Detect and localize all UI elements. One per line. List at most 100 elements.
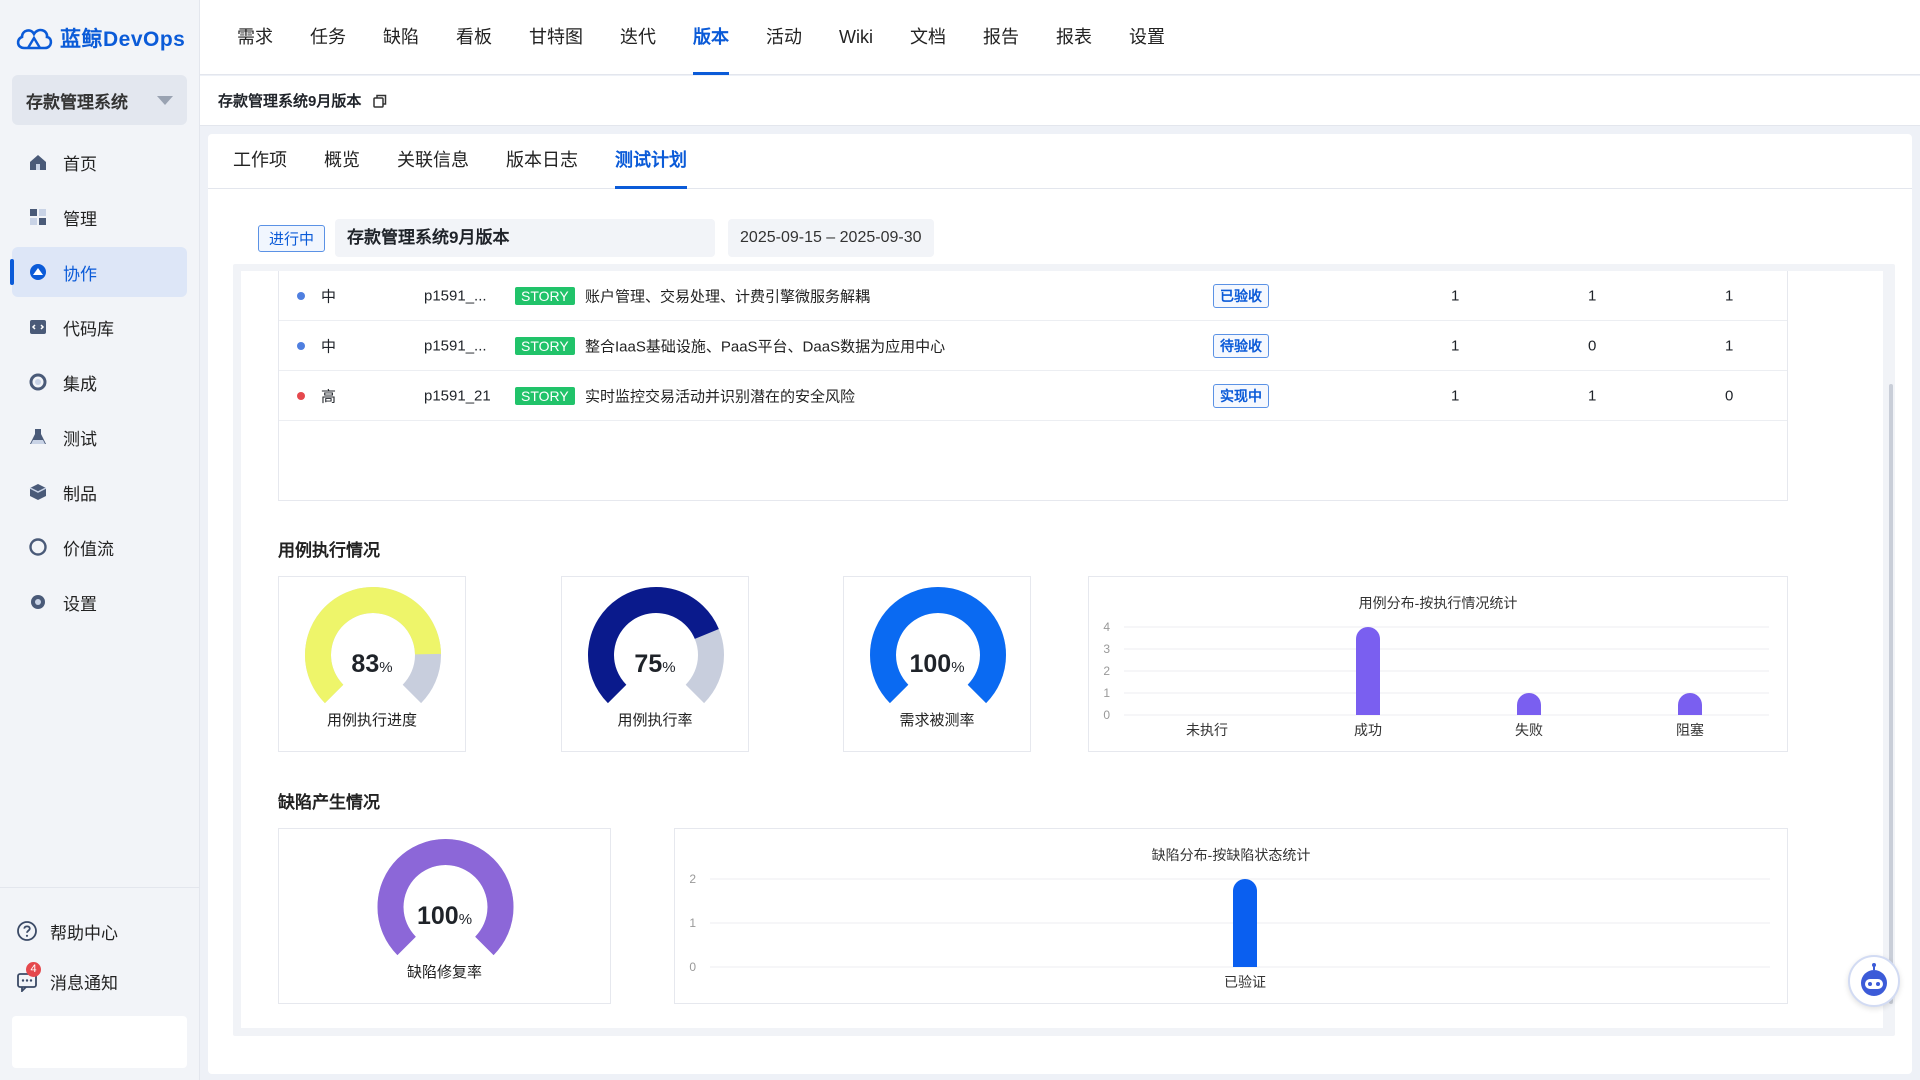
tab-0[interactable]: 工作项: [233, 133, 287, 188]
sidebar-item-4[interactable]: 集成: [12, 357, 187, 407]
bar-成功[interactable]: [1356, 627, 1380, 715]
sidebar-item-help[interactable]: 帮助中心: [0, 906, 199, 956]
gauge-card-progress: 83% 用例执行进度: [278, 576, 466, 752]
count-3: 1: [1725, 287, 1734, 304]
sub-tabs: 工作项 概览 关联信息 版本日志 测试计划: [208, 134, 1912, 189]
scroll-panel: 中 p1591_... STORY 账户管理、交易处理、计费引擎微服务解耦 已验收 1 1 1…: [233, 264, 1895, 1036]
artifact-box-icon: [29, 484, 47, 500]
story-title[interactable]: 账户管理、交易处理、计费引擎微服务解耦: [585, 285, 870, 306]
sidebar-item-notifications[interactable]: 4 消息通知: [0, 956, 199, 1006]
table-row[interactable]: 中 p1591_... STORY 账户管理、交易处理、计费引擎微服务解耦 已验收 1 1 1: [279, 271, 1787, 321]
top-tab-6[interactable]: 版本: [693, 0, 729, 75]
tab-4[interactable]: 测试计划: [615, 133, 687, 189]
top-tab-8[interactable]: Wiki: [839, 0, 873, 75]
priority: 高: [321, 388, 337, 405]
sidebar-item-3[interactable]: 代码库: [12, 302, 187, 352]
y-tick-label: 1: [689, 916, 696, 930]
top-tab-1[interactable]: 任务: [310, 0, 346, 75]
sidebar-item-1[interactable]: 管理: [12, 192, 187, 242]
top-tab-11[interactable]: 报表: [1056, 0, 1092, 75]
gauge-card-defect-fix: 100% 缺陷修复率: [278, 828, 611, 1004]
y-tick-label: 2: [689, 872, 696, 886]
table-row[interactable]: 高 p1591_21 STORY 实时监控交易活动并识别潜在的安全风险 实现中 1 1 0: [279, 371, 1787, 421]
robot-icon: [1861, 963, 1887, 996]
project-selector[interactable]: 存款管理系统: [12, 75, 187, 125]
story-title[interactable]: 整合IaaS基础设施、PaaS平台、DaaS数据为应用中心: [585, 335, 945, 356]
top-tab-2[interactable]: 缺陷: [383, 0, 419, 75]
sidebar-item-label: 首页: [63, 154, 97, 174]
y-tick-label: 0: [1103, 708, 1110, 722]
gauge-fill: [870, 587, 1006, 704]
story-state-badge: 实现中: [1213, 383, 1269, 408]
top-nav: 需求 任务 缺陷 看板 甘特图 迭代 版本 活动 Wiki 文档 报告 报表 设置: [200, 0, 1920, 75]
top-tab-0[interactable]: 需求: [237, 0, 273, 75]
sidebar-item-label: 集成: [63, 374, 97, 394]
gauge-rate: [588, 587, 724, 704]
sidebar-footer-blank: [12, 1016, 187, 1068]
y-tick-label: 0: [689, 960, 696, 974]
y-tick-label: 4: [1103, 620, 1110, 634]
integration-icon: [29, 373, 47, 391]
story-code[interactable]: p1591_...: [424, 337, 487, 354]
test-flask-icon: [30, 429, 46, 444]
y-tick-label: 1: [1103, 686, 1110, 700]
count-3: 0: [1725, 387, 1734, 404]
top-tab-10[interactable]: 报告: [983, 0, 1019, 75]
sidebar-item-5[interactable]: 测试: [12, 412, 187, 462]
sidebar-item-7[interactable]: 价值流: [12, 522, 187, 572]
priority: 中: [321, 338, 337, 355]
notifications-label: 消息通知: [50, 973, 118, 993]
gear-icon: [31, 595, 45, 609]
priority-dot: [297, 341, 305, 350]
tab-1[interactable]: 概览: [324, 133, 360, 188]
assistant-bot-button[interactable]: [1848, 955, 1900, 1007]
count-3: 1: [1725, 337, 1734, 354]
top-tab-9[interactable]: 文档: [910, 0, 946, 75]
sidebar-item-6[interactable]: 制品: [12, 467, 187, 517]
bar-已验证[interactable]: [1233, 879, 1257, 967]
help-circle-icon: [17, 921, 37, 941]
story-code[interactable]: p1591_21: [424, 387, 491, 404]
count-2: 0: [1588, 337, 1597, 354]
value-stream-icon: [29, 538, 47, 556]
project-name: 存款管理系统: [26, 92, 128, 112]
top-tab-3[interactable]: 看板: [456, 0, 492, 75]
x-tick-label: 阻塞: [1676, 722, 1704, 738]
sidebar-item-2[interactable]: 协作: [10, 247, 187, 297]
story-title[interactable]: 实时监控交易活动并识别潜在的安全风险: [585, 385, 855, 406]
table-row[interactable]: 中 p1591_... STORY 整合IaaS基础设施、PaaS平台、DaaS数据为…: [279, 321, 1787, 371]
sidebar: 蓝鲸DevOps 存款管理系统 首页管理协作代码库集成测试制品 价值流 设置 帮助中…: [0, 0, 200, 1080]
sidebar-item-8[interactable]: 设置: [12, 577, 187, 627]
bar-阻塞[interactable]: [1678, 693, 1702, 715]
story-tag: STORY: [515, 386, 575, 405]
tab-3[interactable]: 版本日志: [506, 133, 578, 188]
bar-失败[interactable]: [1517, 693, 1541, 715]
x-tick-label: 已验证: [1224, 974, 1266, 990]
gauge-card-rate: 75% 用例执行率: [561, 576, 749, 752]
sidebar-item-label: 测试: [63, 429, 97, 449]
y-tick-label: 2: [1103, 664, 1110, 678]
sidebar-item-label: 协作: [63, 264, 97, 284]
chart-title: 缺陷分布-按缺陷状态统计: [1151, 847, 1311, 863]
scrollbar[interactable]: [1889, 384, 1893, 1004]
story-tag: STORY: [515, 336, 575, 355]
copy-icon[interactable]: [373, 94, 387, 108]
sidebar-item-0[interactable]: 首页: [12, 137, 187, 187]
logo[interactable]: 蓝鲸DevOps: [0, 0, 199, 75]
gauge-label: 需求被测率: [899, 712, 975, 729]
home-icon: [30, 155, 46, 170]
top-tab-7[interactable]: 活动: [766, 0, 802, 75]
top-tab-12[interactable]: 设置: [1129, 0, 1165, 75]
top-tab-4[interactable]: 甘特图: [529, 0, 583, 75]
cloud-logo-icon: [16, 28, 53, 49]
story-code[interactable]: p1591_...: [424, 287, 487, 304]
priority-dot: [297, 291, 305, 300]
top-tab-5[interactable]: 迭代: [620, 0, 656, 75]
gauge-defect-fix: [377, 839, 514, 956]
defect-section-title: 缺陷产生情况: [278, 793, 380, 812]
app-name: 蓝鲸DevOps: [60, 27, 186, 51]
gauge-progress: [305, 587, 441, 704]
gauge-label: 用例执行率: [617, 712, 693, 729]
help-label: 帮助中心: [50, 923, 118, 943]
tab-2[interactable]: 关联信息: [397, 133, 469, 188]
